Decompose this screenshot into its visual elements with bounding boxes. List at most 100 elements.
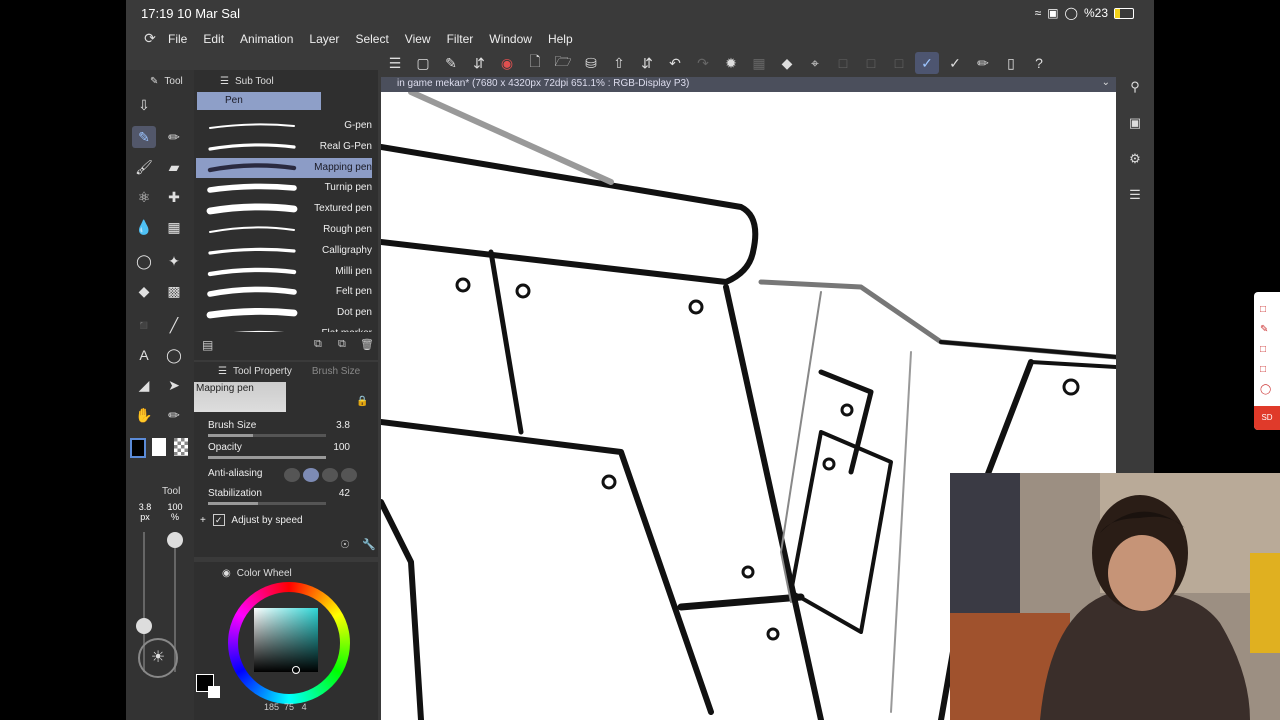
share-icon[interactable]: ⇧ [607, 52, 631, 74]
antialiasing-options[interactable] [284, 468, 357, 482]
menu-view[interactable]: View [397, 32, 439, 46]
lock-icon[interactable]: 🔒 [356, 396, 368, 407]
document-tab[interactable]: in game mekan* (7680 x 4320px 72dpi 651.… [381, 77, 1116, 92]
pen-item[interactable]: Mapping pen [196, 157, 372, 178]
stabilization-value[interactable]: 42 [339, 488, 350, 499]
opacity-slider-knob[interactable] [167, 532, 183, 548]
eyedropper-tool-icon[interactable]: ✏ [162, 404, 186, 426]
adjust-by-speed-checkbox[interactable]: ✓ [212, 514, 225, 526]
updown-icon[interactable]: ⇵ [467, 52, 491, 74]
adjust-by-speed-row[interactable]: + ✓ Adjust by speed [200, 514, 368, 534]
antialiasing-row[interactable]: Anti-aliasing [208, 468, 376, 488]
pen-item[interactable]: Milli pen [196, 262, 372, 282]
ruler-tool-icon[interactable]: ◢ [132, 374, 156, 396]
blend-tool-icon[interactable]: 💧 [132, 216, 156, 238]
help-icon[interactable]: ? [1027, 52, 1051, 74]
pen-item[interactable]: Dot pen [196, 303, 372, 323]
menu-help[interactable]: Help [540, 32, 581, 46]
wrench-icon[interactable]: 🔧 [362, 538, 376, 551]
layer-property-icon[interactable]: ⚙ [1124, 148, 1146, 170]
aa-weak-option[interactable] [303, 468, 319, 482]
navigator-icon[interactable]: ⚲ [1124, 76, 1146, 98]
hand-tool-icon[interactable]: ✋ [132, 404, 156, 426]
decoration-tool-icon[interactable]: ⚛ [132, 186, 156, 208]
clear-icon[interactable]: ▦ [747, 52, 771, 74]
undo-icon[interactable]: ↶ [663, 52, 687, 74]
snap-icon[interactable]: ✓ [915, 52, 939, 74]
hamburger-menu-icon[interactable]: ☰ [383, 52, 407, 74]
pen-item[interactable]: Rough pen [196, 220, 372, 240]
brush-size-row[interactable]: Brush Size 3.8 [208, 420, 376, 440]
pen-item[interactable]: G-pen [196, 116, 372, 136]
color-wheel[interactable] [228, 582, 350, 704]
current-color-sub[interactable] [208, 686, 220, 698]
color-square[interactable] [254, 608, 318, 672]
pen-item[interactable]: Felt pen [196, 282, 372, 302]
fill-icon[interactable]: ◆ [775, 52, 799, 74]
pencil-snap-icon[interactable]: ✏ [971, 52, 995, 74]
move-tool-icon[interactable]: ✚ [162, 186, 186, 208]
pencil-tool-icon[interactable]: ✏ [162, 126, 186, 148]
transparent-color-swatch[interactable] [174, 438, 188, 456]
brush-size-slider[interactable] [208, 434, 326, 437]
menu-window[interactable]: Window [481, 32, 540, 46]
select-3-icon[interactable]: □ [887, 52, 911, 74]
eraser-tool-icon[interactable]: ▰ [162, 156, 186, 178]
balloon-tool-icon[interactable]: ◯ [162, 344, 186, 366]
stabilization-slider[interactable] [208, 502, 326, 505]
text-tool-icon[interactable]: A [132, 344, 156, 366]
figure-tool-icon[interactable]: ◾ [132, 314, 156, 336]
delete-subtool-icon[interactable]: 🗑 [360, 338, 374, 351]
grid-tool-icon[interactable]: ▦ [162, 216, 186, 238]
transform-icon[interactable]: ⌖ [803, 52, 827, 74]
menu-animation[interactable]: Animation [232, 32, 301, 46]
new-file-icon[interactable]: 🗋 [523, 52, 547, 74]
menu-filter[interactable]: Filter [439, 32, 482, 46]
chevron-down-icon[interactable]: ⌄ [1102, 77, 1110, 88]
device-icon[interactable]: ▯ [999, 52, 1023, 74]
select-icon[interactable]: □ [831, 52, 855, 74]
pen-item[interactable]: Flat marker [196, 324, 372, 332]
sub-color-swatch[interactable] [152, 438, 166, 456]
app-logo-icon[interactable]: ⟳ [140, 30, 160, 48]
pen-item[interactable]: Real G-Pen [196, 137, 372, 157]
gradient-tool-icon[interactable]: ▩ [162, 280, 186, 302]
pen-item[interactable]: Turnip pen [196, 178, 372, 198]
brush-size-value[interactable]: 3.8 [336, 420, 350, 431]
aa-strong-option[interactable] [341, 468, 357, 482]
tool-property-title[interactable]: Tool Property [233, 366, 292, 377]
material-icon[interactable]: ▣ [1124, 112, 1146, 134]
menu-layer[interactable]: Layer [301, 32, 347, 46]
brush-size-tab[interactable]: Brush Size [312, 366, 360, 377]
opacity-slider-bar[interactable] [208, 456, 326, 459]
main-color-swatch[interactable] [130, 438, 146, 458]
new-canvas-icon[interactable]: ▢ [411, 52, 435, 74]
edit-canvas-icon[interactable]: ✎ [439, 52, 463, 74]
redo-icon[interactable]: ↷ [691, 52, 715, 74]
aa-medium-option[interactable] [322, 468, 338, 482]
aa-none-option[interactable] [284, 468, 300, 482]
pen-item[interactable]: Textured pen [196, 199, 372, 219]
line-tool-icon[interactable]: ╱ [162, 314, 186, 336]
pen-item[interactable]: Calligraphy [196, 241, 372, 261]
loading-icon[interactable]: ✹ [719, 52, 743, 74]
duplicate-subtool-icon[interactable]: ⧉ [338, 338, 346, 351]
updown-2-icon[interactable]: ⇵ [635, 52, 659, 74]
color-wheel-title[interactable]: Color Wheel [237, 568, 292, 579]
widget-icons[interactable]: □ ✎ □ □ ◯ [1260, 300, 1271, 400]
object-tool-icon[interactable]: ➤ [162, 374, 186, 396]
open-folder-icon[interactable]: 🗁 [551, 52, 575, 74]
modifier-key-icon[interactable]: ☀ [138, 638, 178, 678]
menu-edit[interactable]: Edit [195, 32, 232, 46]
menu-select[interactable]: Select [347, 32, 396, 46]
brush-tool-icon[interactable]: 🖌 [132, 156, 156, 178]
layers-icon[interactable]: ☰ [1124, 184, 1146, 206]
pen-tool-icon[interactable]: ✎ [132, 126, 156, 148]
stabilization-row[interactable]: Stabilization 42 [208, 488, 376, 508]
menu-file[interactable]: File [160, 32, 195, 46]
opacity-value[interactable]: 100 [333, 442, 350, 453]
expand-icon[interactable]: + [200, 515, 206, 526]
brush-snap-icon[interactable]: ✓ [943, 52, 967, 74]
copy-subtool-icon[interactable]: ⧉ [314, 338, 322, 351]
size-slider-knob[interactable] [136, 618, 152, 634]
